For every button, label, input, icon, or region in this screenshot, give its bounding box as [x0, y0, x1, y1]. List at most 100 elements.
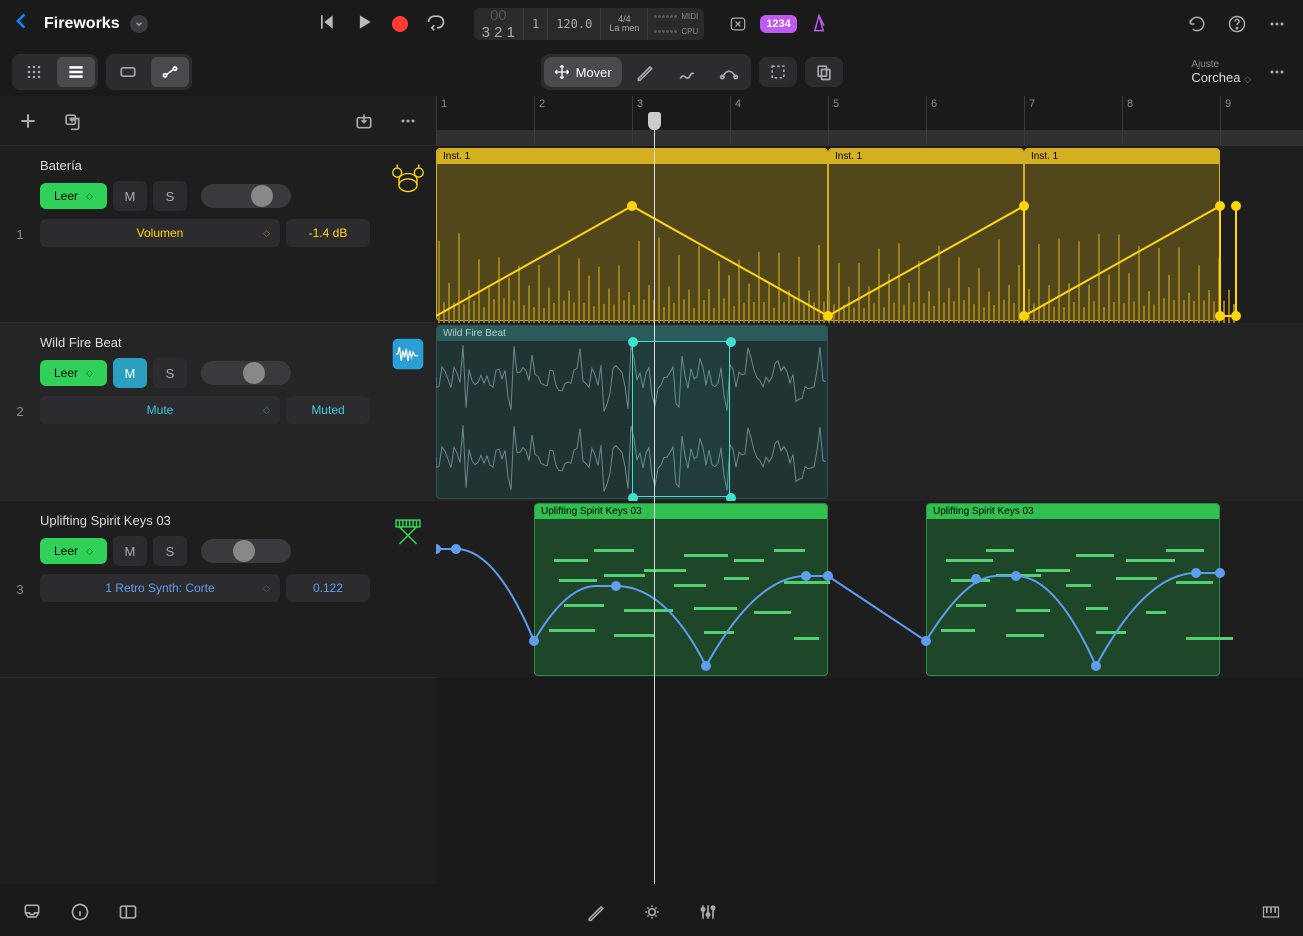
track-number: 2: [0, 323, 40, 500]
track-name[interactable]: Uplifting Spirit Keys 03: [40, 513, 370, 528]
more-button[interactable]: [1263, 10, 1291, 38]
cycle-region-bar[interactable]: [436, 130, 1303, 146]
edit-button[interactable]: [582, 898, 610, 926]
toolbar-more-button[interactable]: [1263, 58, 1291, 86]
playhead-handle[interactable]: [648, 112, 661, 130]
pan-slider[interactable]: [201, 539, 291, 563]
cpu-meter-label: CPU: [681, 27, 698, 36]
solo-button[interactable]: S: [153, 536, 187, 566]
track-number: 3: [0, 501, 40, 677]
mute-button[interactable]: M: [113, 181, 147, 211]
help-button[interactable]: [1223, 10, 1251, 38]
track-header-2[interactable]: 2 Wild Fire Beat Leer M S Mute Muted: [0, 323, 436, 501]
automation-param-select[interactable]: 1 Retro Synth: Corte: [40, 574, 280, 602]
lcd-key: La men: [609, 24, 639, 33]
marquee-tool[interactable]: [759, 57, 797, 87]
duplicate-track-button[interactable]: [58, 107, 86, 135]
midi-meter-label: MIDI: [681, 12, 698, 21]
automation-param-value[interactable]: -1.4 dB: [286, 219, 370, 247]
piano-button[interactable]: [1257, 898, 1285, 926]
add-track-button[interactable]: [14, 107, 42, 135]
automation-param-select[interactable]: Mute: [40, 396, 280, 424]
automation-param-select[interactable]: Volumen: [40, 219, 280, 247]
ruler-tick: 2: [534, 96, 545, 145]
ruler-tick: 4: [730, 96, 741, 145]
inbox-button[interactable]: [18, 898, 46, 926]
pan-slider[interactable]: [201, 361, 291, 385]
ruler-tick: 9: [1220, 96, 1231, 145]
curve-tool[interactable]: [710, 57, 748, 87]
project-menu-chevron[interactable]: [130, 15, 148, 33]
bottom-bar: [0, 888, 1303, 936]
drum-kit-icon: [380, 146, 436, 322]
automation-view-button[interactable]: [151, 57, 189, 87]
automation-mode-button[interactable]: Leer: [40, 360, 107, 386]
audio-waveform-icon: [380, 323, 436, 500]
track-name[interactable]: Wild Fire Beat: [40, 335, 370, 350]
track-lane-3[interactable]: Uplifting Spirit Keys 03 Uplifting Spiri…: [436, 501, 1303, 678]
timeline-area[interactable]: 123456789 Inst. 1 Inst. 1 Inst. 1: [436, 96, 1303, 884]
rewind-button[interactable]: [316, 12, 336, 37]
import-button[interactable]: [350, 107, 378, 135]
snap-setting[interactable]: Ajuste Corchea ◇: [1191, 59, 1251, 85]
automation-mode-button[interactable]: Leer: [40, 183, 107, 209]
track-lane-2[interactable]: Wild Fire Beat: [436, 323, 1303, 501]
playhead[interactable]: [654, 114, 655, 884]
lcd-tempo: 120.0: [548, 8, 601, 40]
record-button[interactable]: [392, 16, 408, 32]
ruler[interactable]: 123456789: [436, 96, 1303, 146]
keyboard-stand-icon: [380, 501, 436, 677]
track-name[interactable]: Batería: [40, 158, 370, 173]
project-title[interactable]: Fireworks: [44, 15, 120, 33]
play-button[interactable]: [354, 12, 374, 37]
cutoff-automation-line[interactable]: [436, 501, 1303, 678]
delete-button[interactable]: [724, 10, 752, 38]
ruler-tick: 3: [632, 96, 643, 145]
ruler-tick: 1: [436, 96, 447, 145]
list-view-button[interactable]: [57, 57, 95, 87]
track-lane-1[interactable]: Inst. 1 Inst. 1 Inst. 1: [436, 146, 1303, 323]
undo-button[interactable]: [1183, 10, 1211, 38]
move-tool[interactable]: Mover: [544, 57, 622, 87]
snap-value: Corchea: [1191, 70, 1240, 85]
track-headers: 1 Batería Leer M S Volumen -1.4 dB 2: [0, 96, 436, 884]
automation-param-value[interactable]: 0.122: [286, 574, 370, 602]
lcd-display[interactable]: 00 3 2 1 1 120.0 4/4 La men MIDI CPU: [474, 8, 705, 40]
mute-button[interactable]: M: [113, 536, 147, 566]
mixer-button[interactable]: [694, 898, 722, 926]
pan-slider[interactable]: [201, 184, 291, 208]
copy-tool[interactable]: [805, 57, 843, 87]
smart-controls-button[interactable]: [638, 898, 666, 926]
automation-mode-button[interactable]: Leer: [40, 538, 107, 564]
ruler-tick: 7: [1024, 96, 1035, 145]
top-bar: Fireworks 00 3 2 1 1 120.0 4/4 La men MI…: [0, 0, 1303, 48]
track-header-3[interactable]: 3 Uplifting Spirit Keys 03 Leer M S 1 Re…: [0, 501, 436, 678]
lcd-beat: 1: [524, 8, 548, 40]
mute-button[interactable]: M: [113, 358, 147, 388]
track-options-button[interactable]: [394, 107, 422, 135]
move-tool-label: Mover: [576, 65, 612, 80]
metronome-button[interactable]: [805, 10, 833, 38]
toolbar: Mover Ajuste Corchea ◇: [0, 48, 1303, 96]
pencil-tool[interactable]: [626, 57, 664, 87]
sidebar-toggle-button[interactable]: [114, 898, 142, 926]
transport-controls: [316, 12, 446, 37]
snap-label: Ajuste: [1191, 59, 1251, 70]
track-number: 1: [0, 146, 40, 322]
cycle-button[interactable]: [426, 12, 446, 37]
mute-automation-selection[interactable]: [632, 341, 730, 497]
ruler-tick: 8: [1122, 96, 1133, 145]
count-in-badge[interactable]: 1234: [760, 15, 796, 33]
solo-button[interactable]: S: [153, 358, 187, 388]
solo-button[interactable]: S: [153, 181, 187, 211]
ruler-tick: 6: [926, 96, 937, 145]
info-button[interactable]: [66, 898, 94, 926]
region-view-button[interactable]: [109, 57, 147, 87]
back-button[interactable]: [12, 11, 32, 37]
brush-tool[interactable]: [668, 57, 706, 87]
automation-param-value[interactable]: Muted: [286, 396, 370, 424]
volume-automation-line[interactable]: [436, 146, 1303, 323]
track-header-1[interactable]: 1 Batería Leer M S Volumen -1.4 dB: [0, 146, 436, 323]
lcd-position: 3 2 1: [482, 24, 515, 40]
grid-view-button[interactable]: [15, 57, 53, 87]
